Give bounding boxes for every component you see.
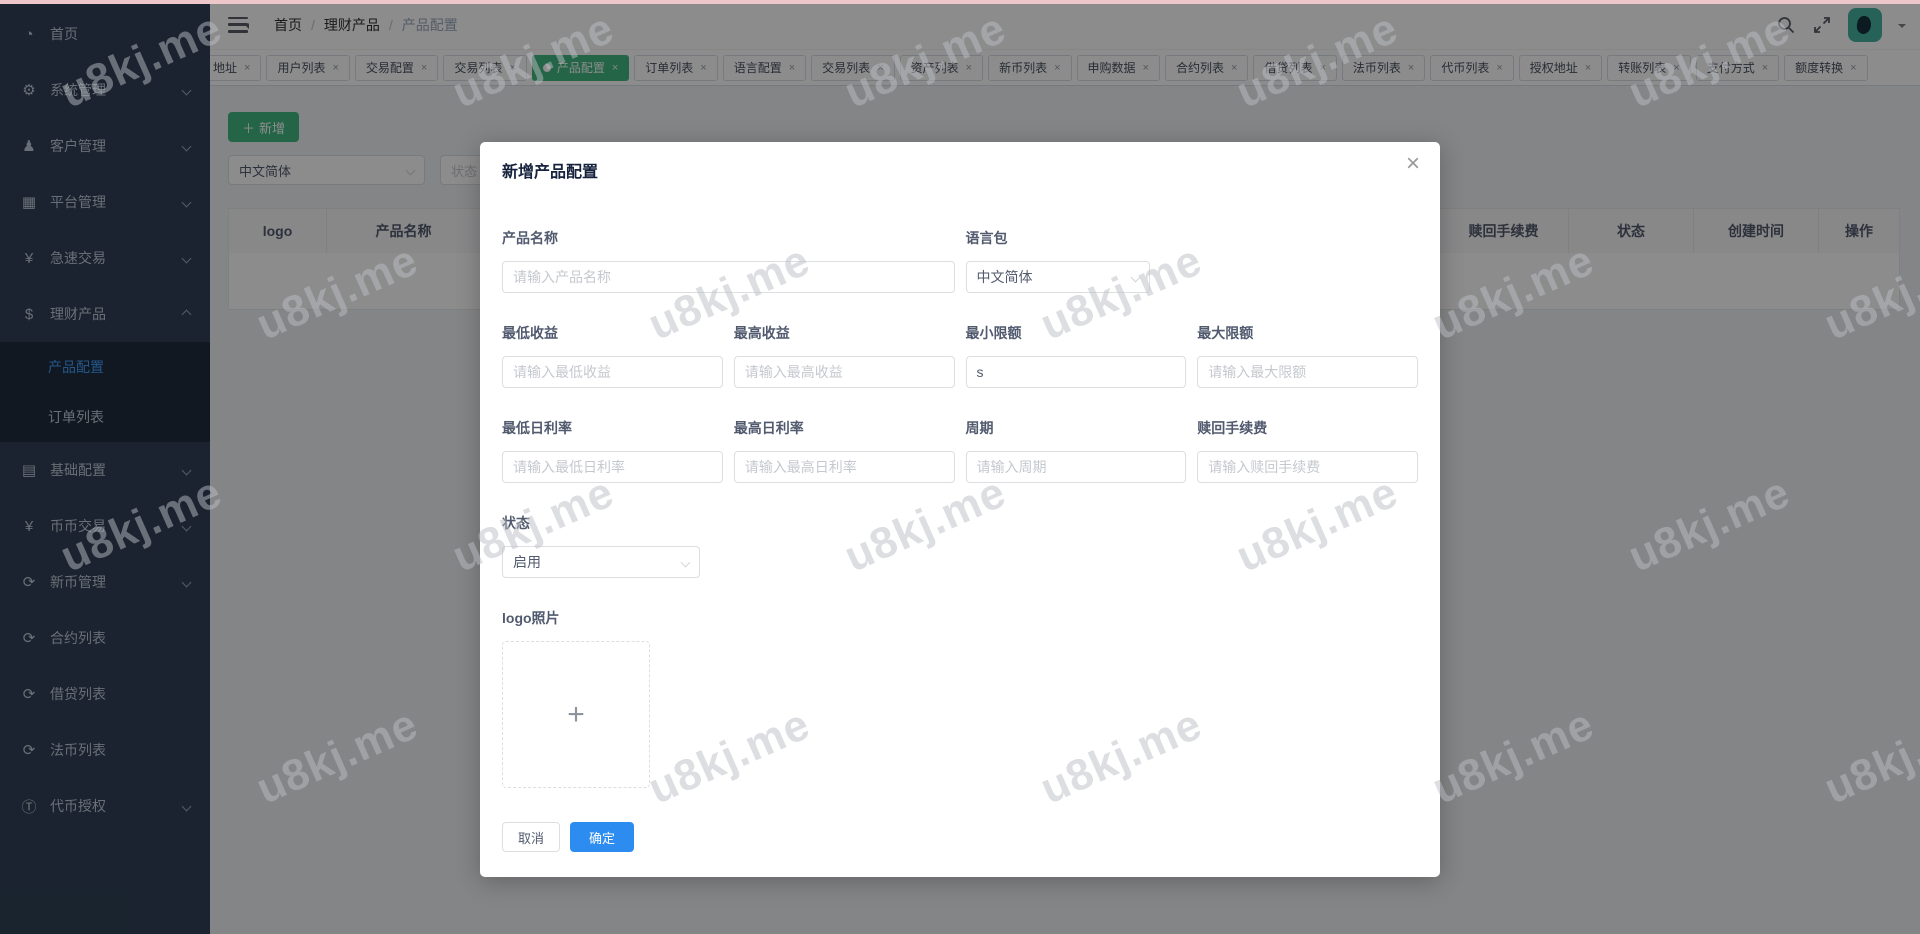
max-daily-rate-input[interactable] xyxy=(733,451,955,483)
chevron-down-icon xyxy=(680,557,691,567)
field-label: 语言包 xyxy=(965,230,1008,246)
status-select[interactable]: 启用 xyxy=(502,546,700,578)
field-label: 最低日利率 xyxy=(502,420,572,436)
field-label: 产品名称 xyxy=(502,230,558,246)
plus-icon: + xyxy=(567,697,585,731)
field-max-daily-rate: 最高日利率 xyxy=(733,418,955,483)
cancel-button[interactable]: 取消 xyxy=(502,822,561,852)
field-cycle: 周期 xyxy=(965,418,1187,483)
field-min-daily-rate: 最低日利率 xyxy=(502,418,723,483)
field-label: 周期 xyxy=(965,420,994,436)
field-label: 最大限额 xyxy=(1197,325,1254,341)
field-redeem-fee: 赎回手续费 xyxy=(1197,418,1418,483)
field-logo-photo: logo照片 + xyxy=(502,608,1418,788)
field-min-limit: 最小限额 xyxy=(965,323,1187,388)
field-label: 最小限额 xyxy=(965,325,1022,341)
field-product-name: 产品名称 xyxy=(502,228,955,293)
modal-title: 新增产品配置 xyxy=(502,164,599,181)
modal-form: 产品名称 语言包 中文简体 最低收益 最高收益 最小限额 最大限额 最低 xyxy=(502,228,1418,788)
max-profit-input[interactable] xyxy=(733,356,955,388)
field-label: 最低收益 xyxy=(502,325,558,341)
cycle-input[interactable] xyxy=(965,451,1187,483)
field-label: 最高日利率 xyxy=(733,420,804,436)
max-limit-input[interactable] xyxy=(1197,356,1418,388)
close-icon[interactable]: × xyxy=(1406,152,1420,176)
add-product-modal: 新增产品配置 × 产品名称 语言包 中文简体 最低收益 最高收益 最小限额 最大… xyxy=(480,142,1440,877)
min-profit-input[interactable] xyxy=(502,356,723,388)
field-status: 状态 启用 xyxy=(502,513,723,578)
field-label: 赎回手续费 xyxy=(1197,420,1268,436)
language-select[interactable]: 中文简体 xyxy=(965,261,1150,293)
product-name-input[interactable] xyxy=(502,261,955,293)
chevron-down-icon xyxy=(1130,272,1140,282)
modal-footer: 取消 确定 xyxy=(502,822,635,852)
field-label: 最高收益 xyxy=(733,325,790,341)
min-limit-input[interactable] xyxy=(965,356,1187,388)
logo-upload-box[interactable]: + xyxy=(502,641,650,788)
field-min-profit: 最低收益 xyxy=(502,323,723,388)
field-label: 状态 xyxy=(502,515,530,531)
progress-bar xyxy=(0,0,1920,4)
min-daily-rate-input[interactable] xyxy=(502,451,723,483)
status-select-value: 启用 xyxy=(513,554,541,570)
confirm-button[interactable]: 确定 xyxy=(570,822,635,852)
redeem-fee-input[interactable] xyxy=(1197,451,1418,483)
field-label: logo照片 xyxy=(502,610,560,626)
field-max-limit: 最大限额 xyxy=(1197,323,1418,388)
field-max-profit: 最高收益 xyxy=(733,323,955,388)
field-language: 语言包 中文简体 xyxy=(965,228,1187,293)
language-select-value: 中文简体 xyxy=(976,269,1033,285)
